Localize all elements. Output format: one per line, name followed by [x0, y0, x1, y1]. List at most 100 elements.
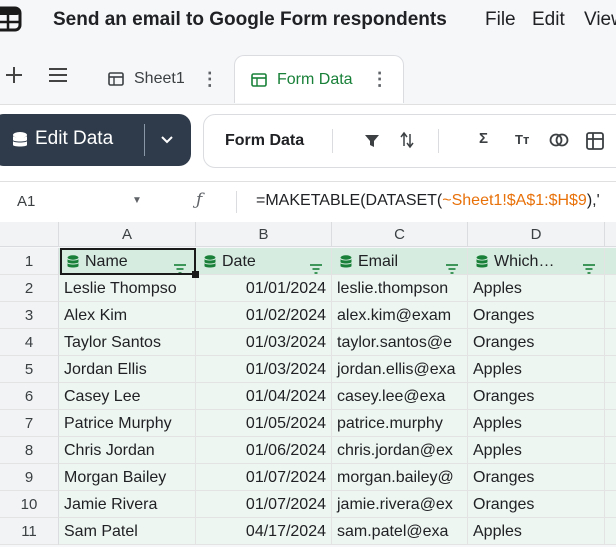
grid-cell[interactable]: Apples: [468, 410, 605, 437]
grid-cell[interactable]: Oranges: [468, 302, 605, 329]
column-header-c[interactable]: C: [332, 222, 468, 247]
row-header[interactable]: 5: [0, 356, 59, 383]
row-header[interactable]: 1: [0, 248, 59, 275]
row-header[interactable]: 3: [0, 302, 59, 329]
row-header[interactable]: 9: [0, 464, 59, 491]
document-title[interactable]: Send an email to Google Form respondents: [53, 9, 447, 31]
column-title-cell[interactable]: Which…: [468, 248, 605, 275]
grid-cell[interactable]: [605, 437, 616, 464]
grid-cell[interactable]: 04/17/2024: [196, 518, 332, 545]
row-header[interactable]: 6: [0, 383, 59, 410]
tab-form-data[interactable]: Form Data ⋮: [234, 55, 404, 103]
grid-cell[interactable]: Apples: [468, 518, 605, 545]
grid-cell[interactable]: morgan.bailey@: [332, 464, 468, 491]
column-header-e[interactable]: [605, 222, 616, 247]
fill-handle[interactable]: [192, 271, 199, 278]
grid-cell[interactable]: 01/02/2024: [196, 302, 332, 329]
grid-cell[interactable]: Oranges: [468, 464, 605, 491]
column-filter-icon[interactable]: [173, 256, 187, 274]
row-header[interactable]: 4: [0, 329, 59, 356]
row-header[interactable]: 8: [0, 437, 59, 464]
grid-cell[interactable]: Taylor Santos: [59, 329, 196, 356]
sum-icon[interactable]: Σ: [479, 130, 488, 147]
grid-cell[interactable]: alex.kim@exam: [332, 302, 468, 329]
grid-cell[interactable]: [605, 356, 616, 383]
chevron-down-icon[interactable]: [160, 135, 174, 145]
grid-cell[interactable]: Morgan Bailey: [59, 464, 196, 491]
row-header[interactable]: 10: [0, 491, 59, 518]
grid-cell[interactable]: [605, 464, 616, 491]
column-title-cell[interactable]: Date: [196, 248, 332, 275]
grid-cell[interactable]: 01/07/2024: [196, 464, 332, 491]
grid-cell[interactable]: taylor.santos@e: [332, 329, 468, 356]
grid-cell[interactable]: Casey Lee: [59, 383, 196, 410]
grid-cell[interactable]: 01/06/2024: [196, 437, 332, 464]
grid-cell[interactable]: Jamie Rivera: [59, 491, 196, 518]
grid-cell[interactable]: 01/04/2024: [196, 383, 332, 410]
tab-options-icon[interactable]: ⋮: [201, 69, 219, 90]
pivot-icon[interactable]: [586, 132, 604, 150]
column-header-b[interactable]: B: [196, 222, 332, 247]
grid-cell[interactable]: chris.jordan@ex: [332, 437, 468, 464]
grid-cell[interactable]: 01/05/2024: [196, 410, 332, 437]
grid-cell[interactable]: Apples: [468, 437, 605, 464]
grid-cell[interactable]: [605, 518, 616, 545]
grid-cell[interactable]: 01/07/2024: [196, 491, 332, 518]
column-filter-icon[interactable]: [309, 256, 323, 274]
column-header-a[interactable]: A: [59, 222, 196, 247]
table-name[interactable]: Form Data: [225, 132, 304, 150]
edit-data-button[interactable]: Edit Data: [0, 114, 191, 166]
grid-cell[interactable]: [605, 302, 616, 329]
cell-reference-box[interactable]: A1: [17, 193, 35, 210]
all-sheets-menu-icon[interactable]: [48, 66, 68, 84]
grid-cell[interactable]: 01/01/2024: [196, 275, 332, 302]
grid-cell[interactable]: leslie.thompson: [332, 275, 468, 302]
grid-cell[interactable]: Patrice Murphy: [59, 410, 196, 437]
formula-input[interactable]: =MAKETABLE(DATASET(~Sheet1!$A$1:$H$9),': [256, 192, 600, 210]
grid-cell[interactable]: Oranges: [468, 491, 605, 518]
grid-cell[interactable]: 01/03/2024: [196, 356, 332, 383]
row-header[interactable]: 7: [0, 410, 59, 437]
grid-cell[interactable]: 01/03/2024: [196, 329, 332, 356]
grid-cell[interactable]: [605, 248, 616, 275]
grid-cell[interactable]: [605, 329, 616, 356]
grid-cell[interactable]: jamie.rivera@ex: [332, 491, 468, 518]
grid-cell[interactable]: [605, 383, 616, 410]
column-header-d[interactable]: D: [468, 222, 605, 247]
grid-cell[interactable]: Oranges: [468, 383, 605, 410]
text-format-icon[interactable]: Tт: [515, 132, 529, 147]
grid-cell[interactable]: patrice.murphy: [332, 410, 468, 437]
column-title-cell[interactable]: Name: [59, 248, 196, 275]
column-filter-icon[interactable]: [445, 256, 459, 274]
menu-edit[interactable]: Edit: [532, 9, 565, 31]
grid-cell[interactable]: Apples: [468, 275, 605, 302]
tab-options-icon[interactable]: ⋮: [371, 69, 389, 90]
add-sheet-icon[interactable]: [5, 66, 23, 84]
menu-file[interactable]: File: [485, 9, 516, 31]
select-all-corner[interactable]: [0, 222, 59, 247]
grid-cell[interactable]: casey.lee@exa: [332, 383, 468, 410]
link-icon[interactable]: [549, 133, 569, 147]
grid-cell[interactable]: Oranges: [468, 329, 605, 356]
menu-view[interactable]: View: [584, 9, 616, 31]
grid-cell[interactable]: [605, 491, 616, 518]
tab-label: Form Data: [277, 70, 353, 88]
grid-cell[interactable]: sam.patel@exa: [332, 518, 468, 545]
row-header[interactable]: 2: [0, 275, 59, 302]
filter-icon[interactable]: [364, 133, 380, 149]
grid-cell[interactable]: Alex Kim: [59, 302, 196, 329]
grid-cell[interactable]: Apples: [468, 356, 605, 383]
tab-sheet1[interactable]: Sheet1 ⋮: [96, 55, 240, 103]
grid-cell[interactable]: Jordan Ellis: [59, 356, 196, 383]
row-header[interactable]: 11: [0, 518, 59, 545]
sort-icon[interactable]: [400, 131, 414, 149]
grid-cell[interactable]: jordan.ellis@exa: [332, 356, 468, 383]
column-filter-icon[interactable]: [582, 256, 596, 274]
grid-cell[interactable]: Leslie Thompso: [59, 275, 196, 302]
grid-cell[interactable]: Chris Jordan: [59, 437, 196, 464]
grid-cell[interactable]: [605, 410, 616, 437]
grid-cell[interactable]: [605, 275, 616, 302]
caret-down-icon[interactable]: ▼: [132, 195, 142, 206]
grid-cell[interactable]: Sam Patel: [59, 518, 196, 545]
column-title-cell[interactable]: Email: [332, 248, 468, 275]
